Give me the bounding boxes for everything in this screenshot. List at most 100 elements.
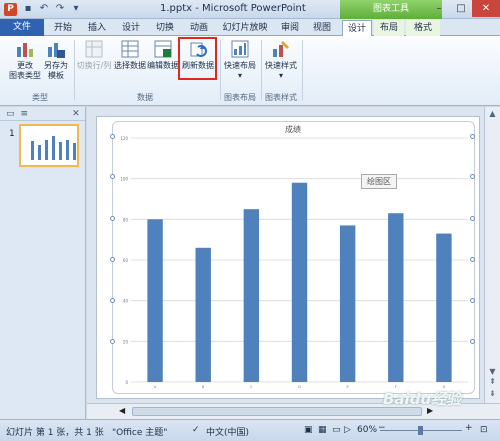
edit-data-button[interactable]: 编辑数据 <box>147 39 179 71</box>
save-as-template-button[interactable]: 另存为 模板 <box>42 39 70 81</box>
language-status[interactable]: 中文(中国) <box>206 425 249 438</box>
spell-check-icon[interactable]: ✓ <box>192 425 200 435</box>
tab-review[interactable]: 审阅 <box>276 20 304 36</box>
select-data-label: 选择数据 <box>114 61 146 70</box>
group-label-style: 图表样式 <box>265 93 297 102</box>
close-panel-icon[interactable]: ✕ <box>72 109 80 119</box>
change-chart-type-label: 更改 图表类型 <box>9 61 41 80</box>
switch-row-column-label: 切换行/列 <box>76 61 112 70</box>
thumbnail-bar <box>38 145 41 160</box>
resize-handle[interactable] <box>110 298 115 303</box>
quick-style-icon <box>273 41 289 57</box>
watermark: Baidu经验 <box>383 390 462 408</box>
tab-chart-format[interactable]: 格式 <box>406 20 440 36</box>
y-tick-label: 120 <box>120 136 128 141</box>
switch-row-column-button[interactable]: 切换行/列 <box>76 39 112 71</box>
fit-to-window-icon[interactable]: ⊡ <box>480 425 488 435</box>
theme-status[interactable]: "Office 主题" <box>112 425 167 438</box>
resize-handle[interactable] <box>470 174 475 179</box>
tab-chart-layout[interactable]: 布局 <box>374 20 404 36</box>
resize-handle[interactable] <box>470 298 475 303</box>
bar[interactable] <box>339 225 356 382</box>
close-icon[interactable]: ✕ <box>472 0 500 17</box>
ribbon-divider <box>261 40 262 100</box>
zoom-slider-knob[interactable] <box>418 426 423 435</box>
resize-handle[interactable] <box>470 257 475 262</box>
bar[interactable] <box>147 219 163 382</box>
status-bar: 幻灯片 第 1 张，共 1 张 "Office 主题" ✓ 中文(中国) ▣ ▦… <box>0 419 500 441</box>
scroll-left-icon[interactable]: ◀ <box>119 406 125 415</box>
bar[interactable] <box>291 182 308 382</box>
zoom-level[interactable]: 60% <box>357 425 377 435</box>
bar[interactable] <box>388 213 404 382</box>
window-controls: – □ ✕ <box>428 0 500 17</box>
zoom-out-icon[interactable]: − <box>378 423 386 433</box>
slide-sorter-view-icon[interactable]: ▦ <box>318 425 327 435</box>
resize-handle[interactable] <box>110 174 115 179</box>
resize-handle[interactable] <box>110 339 115 344</box>
reading-view-icon[interactable]: ▭ <box>332 425 341 435</box>
group-label-layout: 图表布局 <box>224 93 256 102</box>
group-label-data: 数据 <box>137 93 153 102</box>
resize-handle[interactable] <box>470 216 475 221</box>
slides-panel-tabs: ▭ ≡ ✕ <box>0 107 85 121</box>
bar[interactable] <box>436 233 452 382</box>
x-tick-label: C <box>250 385 253 389</box>
ribbon-divider <box>220 40 221 100</box>
scroll-up-icon[interactable]: ▲ <box>485 109 500 118</box>
tab-view[interactable]: 视图 <box>308 20 336 36</box>
thumbnail-bar <box>52 136 55 160</box>
outline-tab-icon[interactable]: ≡ <box>21 109 29 119</box>
select-data-button[interactable]: 选择数据 <box>113 39 147 71</box>
x-tick-label: D <box>298 385 301 389</box>
resize-handle[interactable] <box>470 339 475 344</box>
minimize-icon[interactable]: – <box>428 0 450 17</box>
horizontal-scroll-thumb[interactable] <box>132 407 422 416</box>
tab-design[interactable]: 设计 <box>116 20 146 36</box>
y-tick-label: 0 <box>125 380 128 385</box>
quick-style-label: 快速样式 <box>265 61 297 70</box>
slides-tab-icon[interactable]: ▭ <box>6 109 15 119</box>
resize-handle[interactable] <box>110 216 115 221</box>
zoom-in-icon[interactable]: + <box>465 423 473 433</box>
scroll-down-icon[interactable]: ▼ <box>485 367 500 376</box>
quick-style-button[interactable]: 快速样式 ▾ <box>263 39 299 81</box>
thumbnail-bar <box>59 142 62 160</box>
resize-handle[interactable] <box>470 134 475 139</box>
switch-row-column-icon <box>85 40 103 58</box>
tab-file[interactable]: 文件 <box>0 19 44 36</box>
edit-data-icon <box>154 40 172 58</box>
save-icon[interactable]: ▪ <box>22 3 34 15</box>
bar[interactable] <box>195 247 211 382</box>
thumbnail-bar <box>73 143 76 160</box>
tab-chart-design[interactable]: 设计 <box>342 20 372 36</box>
quick-layout-button[interactable]: 快速布局 ▾ <box>222 39 258 81</box>
maximize-icon[interactable]: □ <box>450 0 472 17</box>
bar[interactable] <box>243 209 260 382</box>
tab-home[interactable]: 开始 <box>48 20 78 36</box>
thumbnail-bar <box>45 140 48 160</box>
vertical-scrollbar[interactable]: ▲ ▼ ⇞ ⇟ <box>484 107 500 403</box>
tab-transitions[interactable]: 切换 <box>150 20 180 36</box>
slide-thumbnail[interactable] <box>19 124 79 167</box>
tab-insert[interactable]: 插入 <box>82 20 112 36</box>
customize-dropdown-icon[interactable]: ▾ <box>70 3 82 15</box>
slide-count-status: 幻灯片 第 1 张，共 1 张 <box>6 428 104 438</box>
previous-slide-icon[interactable]: ⇞ <box>485 377 500 386</box>
chart-tools-context-label: 图表工具 <box>340 0 442 19</box>
slideshow-view-icon[interactable]: ▷ <box>344 425 351 435</box>
y-tick-label: 80 <box>123 217 129 222</box>
tab-animations[interactable]: 动画 <box>184 20 214 36</box>
change-chart-type-button[interactable]: 更改 图表类型 <box>8 39 42 81</box>
next-slide-icon[interactable]: ⇟ <box>485 389 500 398</box>
powerpoint-icon[interactable]: P <box>4 3 17 16</box>
bar-chart[interactable]: 020406080100120A B C D E F G 成绩 <box>113 122 474 393</box>
resize-handle[interactable] <box>110 134 115 139</box>
undo-icon[interactable]: ↶ <box>38 3 50 15</box>
title-bar: P ▪ ↶ ↷ ▾ 1.pptx - Microsoft PowerPoint … <box>0 0 500 19</box>
normal-view-icon[interactable]: ▣ <box>304 425 313 435</box>
quick-access-toolbar: ▪ ↶ ↷ ▾ <box>22 3 82 15</box>
redo-icon[interactable]: ↷ <box>54 3 66 15</box>
resize-handle[interactable] <box>110 257 115 262</box>
tab-slideshow[interactable]: 幻灯片放映 <box>218 20 272 36</box>
